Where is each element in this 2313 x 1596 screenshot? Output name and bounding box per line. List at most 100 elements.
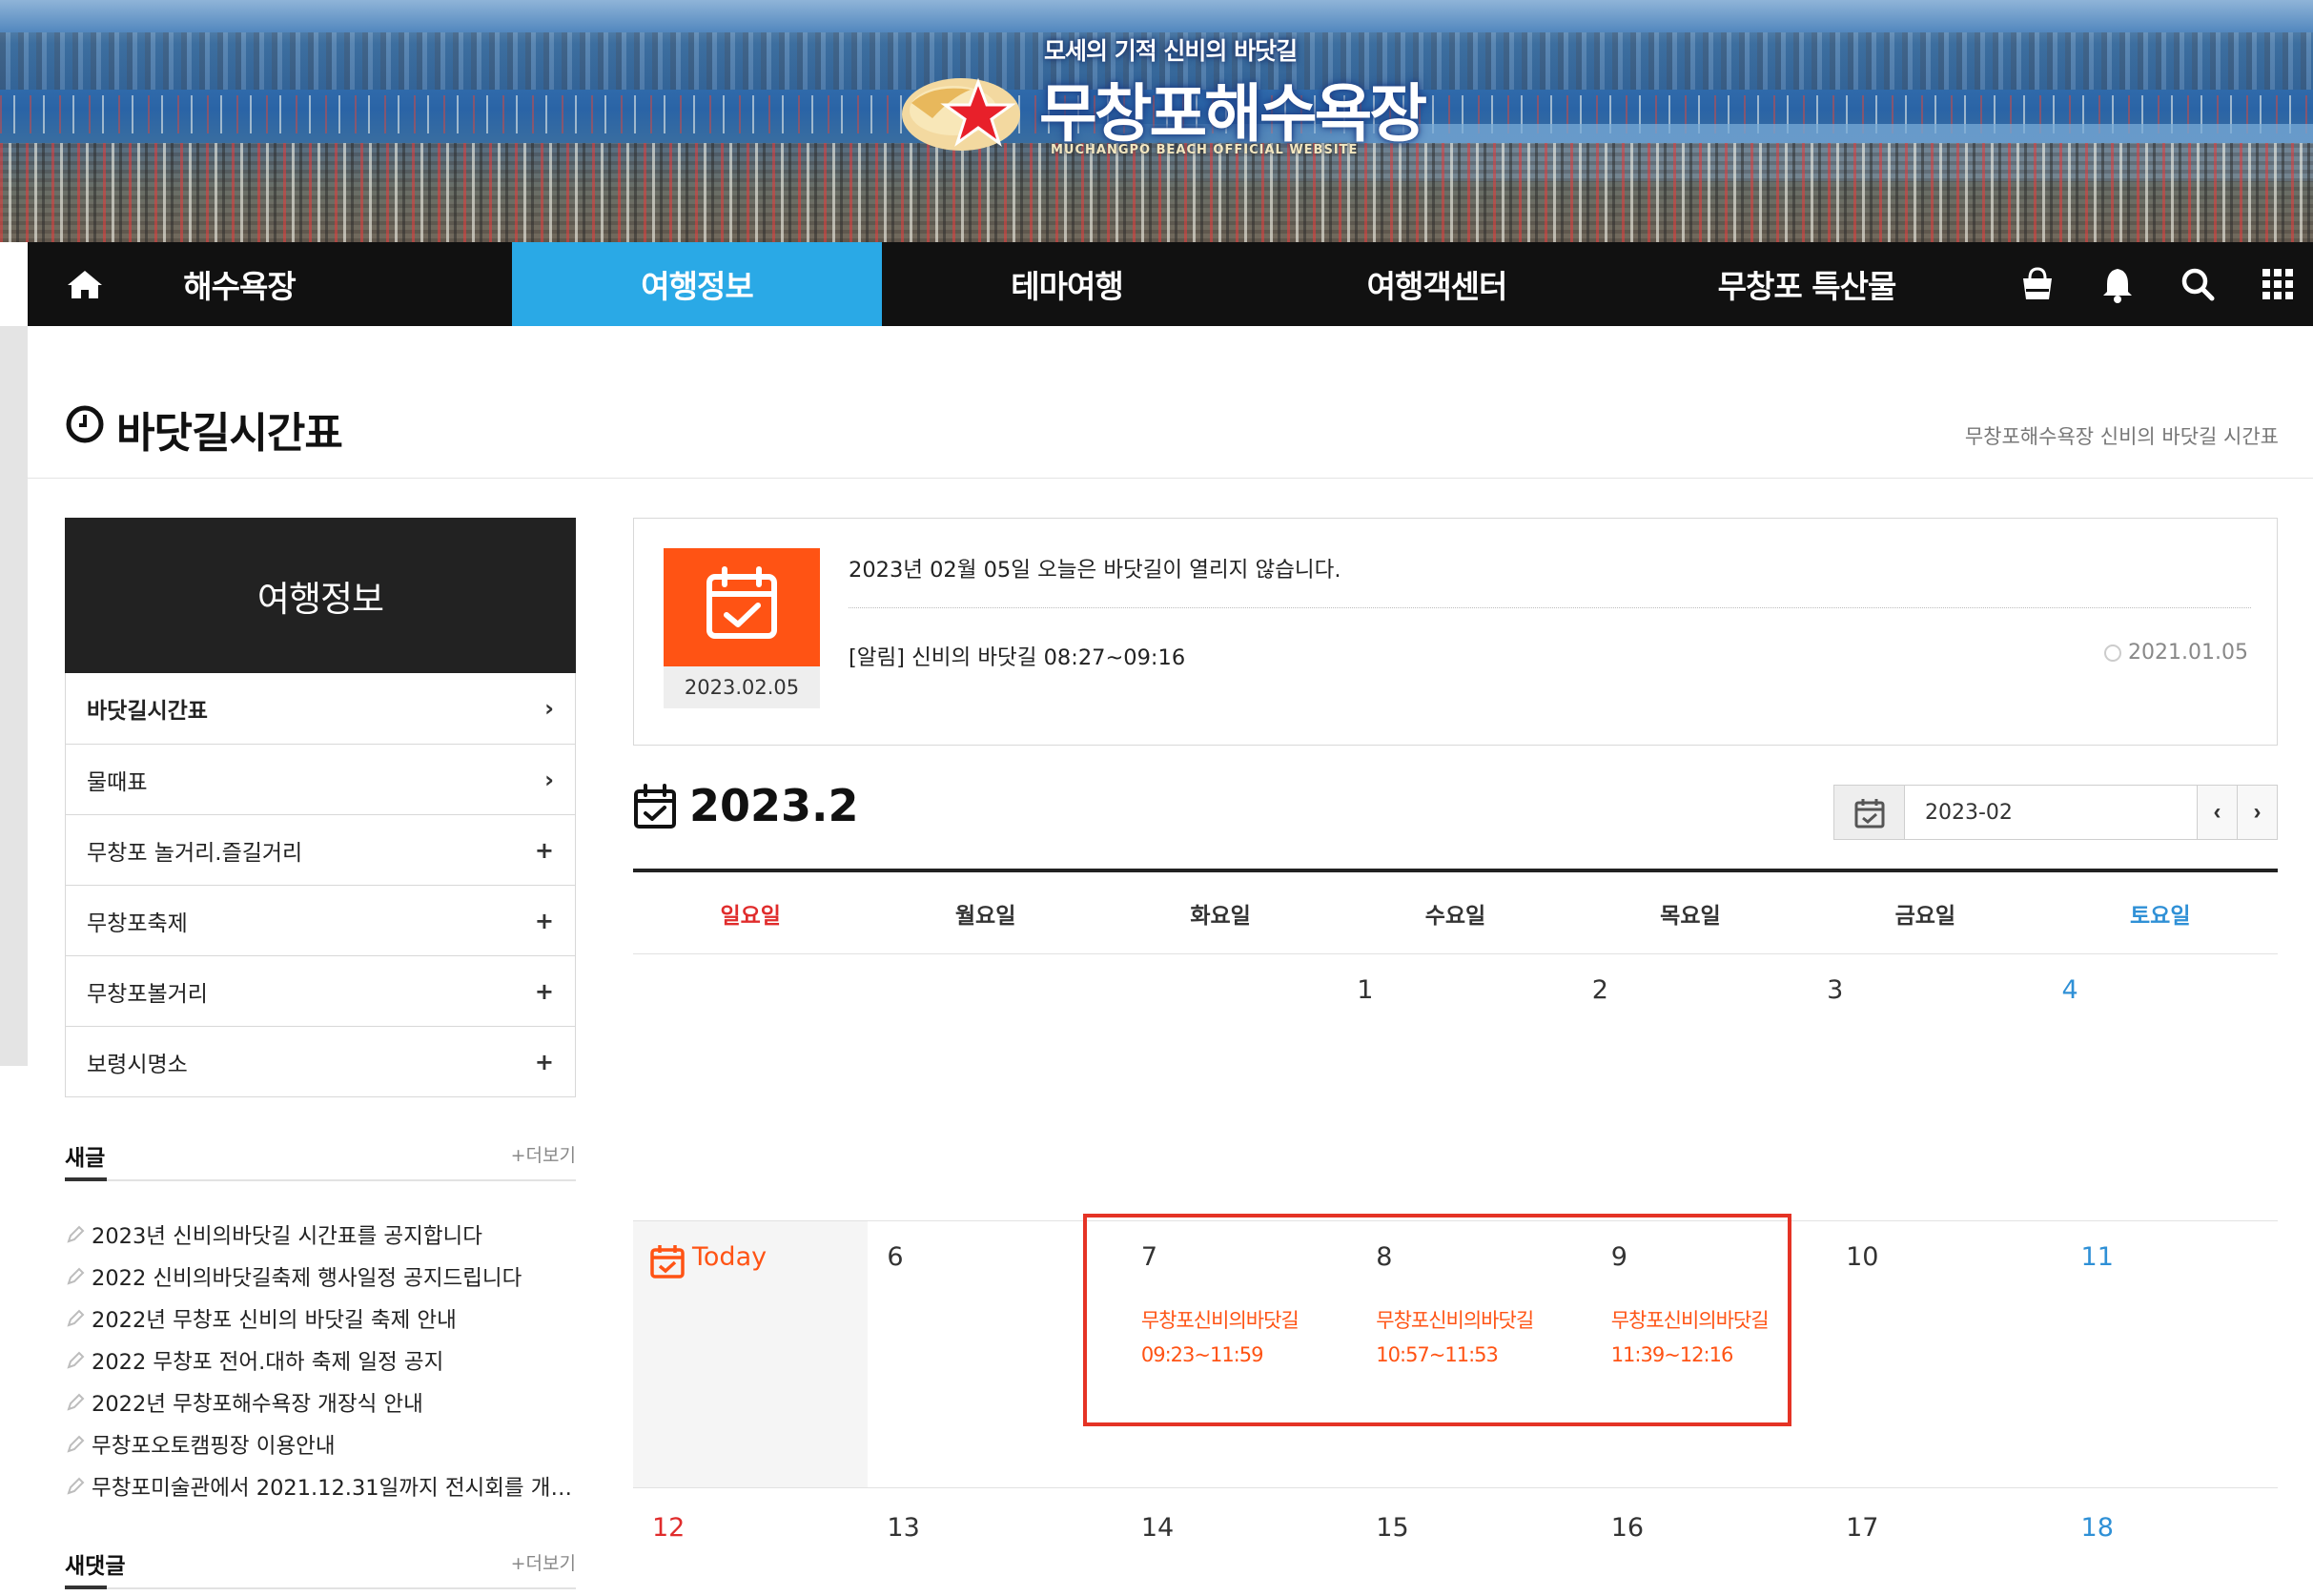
calendar-check-icon [1854, 799, 1885, 829]
section-underline [65, 1586, 107, 1589]
new-comments-more-link[interactable]: +더보기 [511, 1549, 576, 1575]
calendar-check-icon [650, 1245, 685, 1279]
search-icon[interactable] [2177, 263, 2219, 305]
pencil-icon [67, 1225, 85, 1243]
calendar-day[interactable]: 15 [1338, 1488, 1572, 1596]
list-item[interactable]: 2022년 무창포해수욕장 개장식 안내 [65, 1381, 576, 1423]
weekday-friday: 금요일 [1894, 903, 1956, 929]
sidebar-item-tide-table[interactable]: 물때표 › [66, 744, 575, 814]
sidebar-item-festival[interactable]: 무창포축제 + [66, 885, 575, 955]
weekday-thursday: 목요일 [1660, 903, 1721, 929]
plus-icon: + [534, 977, 554, 1005]
notice-posted-date-text: 2021.01.05 [2128, 641, 2248, 665]
logo-tagline: 모세의 기적 신비의 바닷길 [1044, 37, 1298, 65]
calendar-weekday-header: 일요일 월요일 화요일 수요일 목요일 금요일 토요일 [633, 872, 2278, 954]
next-month-button[interactable]: › [2237, 786, 2277, 839]
list-item[interactable]: 2023년 신비의바닷길 시간표를 공지합니다 [65, 1214, 576, 1256]
plus-icon: + [534, 1048, 554, 1075]
new-comments-label: 새댓글 [65, 1554, 126, 1579]
event-highlight-box [1083, 1214, 1791, 1426]
pencil-icon [67, 1309, 85, 1327]
new-posts-list: 2023년 신비의바닷길 시간표를 공지합니다 2022 신비의바닷길축제 행사… [65, 1214, 576, 1507]
calendar-day[interactable] [868, 954, 1102, 1220]
notice-link[interactable]: [알림] 신비의 바닷길 08:27~09:16 [849, 641, 1185, 671]
nav-item-beach[interactable]: 해수욕장 [130, 242, 349, 326]
today-label: Today [692, 1242, 768, 1272]
sidebar-item-label: 바닷길시간표 [87, 699, 208, 724]
list-item[interactable]: 무창포미술관에서 2021.12.31일까지 전시회를 개최… [65, 1465, 576, 1507]
prev-month-button[interactable]: ‹ [2197, 786, 2237, 839]
pencil-icon [67, 1435, 85, 1453]
header-banner: 모세의 기적 신비의 바닷길 무창포해수욕장 MUCHANGPO BEACH O… [0, 0, 2313, 242]
notice-message: 2023년 02월 05일 오늘은 바닷길이 열리지 않습니다. [849, 558, 1341, 583]
new-posts-label: 새글 [65, 1146, 106, 1171]
list-item[interactable]: 2022 신비의바닷길축제 행사일정 공지드립니다 [65, 1256, 576, 1298]
chevron-right-icon: › [544, 695, 554, 722]
notice-calendar-badge [664, 548, 820, 666]
notice-posted-date: 2021.01.05 [2103, 641, 2248, 665]
bell-icon[interactable] [2097, 263, 2139, 305]
sidebar-item-attractions[interactable]: 무창포볼거리 + [66, 955, 575, 1026]
month-picker-calendar-button[interactable] [1834, 786, 1905, 839]
calendar-day[interactable]: 18 [2043, 1488, 2278, 1596]
sidebar-heading: 여행정보 [65, 518, 576, 673]
new-posts-header: 새글 +더보기 [65, 1139, 576, 1181]
calendar-day[interactable] [1103, 954, 1338, 1220]
list-item[interactable]: 2022 무창포 전어.대하 축제 일정 공지 [65, 1340, 576, 1381]
logo-site-name[interactable]: 무창포해수욕장 [1039, 63, 1427, 154]
breadcrumb: 무창포해수욕장 신비의 바닷길 시간표 [1964, 425, 2279, 448]
sidebar-item-activities[interactable]: 무창포 놀거리.즐길거리 + [66, 814, 575, 885]
weekday-sunday: 일요일 [720, 903, 781, 929]
calendar-day[interactable]: 11 [2043, 1221, 2278, 1487]
calendar-day[interactable]: 17 [1808, 1488, 2042, 1596]
new-posts-more-link[interactable]: +더보기 [511, 1141, 576, 1167]
chevron-right-icon: › [544, 766, 554, 793]
weekday-monday: 월요일 [954, 903, 1016, 929]
calendar-day[interactable]: 16 [1573, 1488, 1808, 1596]
page-title: 바닷길시간표 [116, 409, 343, 458]
calendar-day[interactable]: 10 [1808, 1221, 2042, 1487]
home-icon[interactable] [64, 263, 106, 305]
notice-divider [849, 607, 2251, 608]
sidebar-item-label: 보령시명소 [87, 1052, 188, 1077]
weekday-wednesday: 수요일 [1424, 903, 1486, 929]
calendar-day[interactable]: 14 [1103, 1488, 1338, 1596]
calendar-check-icon [706, 566, 777, 639]
calendar-day[interactable]: 2 [1573, 954, 1808, 1220]
calendar-day[interactable]: 6 [868, 1221, 1102, 1487]
list-item[interactable]: 무창포오토캠핑장 이용안내 [65, 1423, 576, 1465]
pencil-icon [67, 1267, 85, 1285]
list-item[interactable]: 2022년 무창포 신비의 바닷길 축제 안내 [65, 1298, 576, 1340]
sidebar-item-boryeong-sights[interactable]: 보령시명소 + [66, 1026, 575, 1096]
sidebar-menu: 바닷길시간표 › 물때표 › 무창포 놀거리.즐길거리 + 무창포축제 + 무창… [65, 673, 576, 1097]
calendar-day[interactable]: 13 [868, 1488, 1102, 1596]
new-comments-header: 새댓글 +더보기 [65, 1547, 576, 1589]
nav-item-visitor-center[interactable]: 여행객센터 [1252, 242, 1622, 326]
shopping-bag-icon[interactable] [2016, 263, 2058, 305]
notice-date: 2023.02.05 [664, 666, 820, 708]
calendar-day[interactable]: 3 [1808, 954, 2042, 1220]
calendar-day[interactable] [633, 954, 868, 1220]
clock-icon [66, 405, 104, 443]
sidebar-item-label: 무창포축제 [87, 911, 188, 936]
nav-item-theme-travel[interactable]: 테마여행 [882, 242, 1252, 326]
calendar-week: 1 2 3 4 [633, 954, 2278, 1221]
calendar-day-today[interactable]: Today [633, 1221, 869, 1487]
logo-english: MUCHANGPO BEACH OFFICIAL WEBSITE [1051, 143, 1359, 157]
month-input[interactable] [1906, 786, 2197, 839]
grid-menu-icon[interactable] [2257, 263, 2299, 305]
banner-crowd [0, 143, 2313, 242]
plus-icon: + [534, 907, 554, 934]
calendar-day[interactable]: 4 [2043, 954, 2278, 1220]
nav-item-specialties[interactable]: 무창포 특산물 [1622, 242, 1992, 326]
main-nav: 해수욕장 여행정보 테마여행 여행객센터 무창포 특산물 [28, 242, 2313, 326]
sidebar-item-label: 무창포볼거리 [87, 981, 208, 1007]
logo-shell-star-icon[interactable] [894, 65, 1037, 160]
calendar-day[interactable]: 12 [633, 1488, 868, 1596]
weekday-tuesday: 화요일 [1190, 903, 1251, 929]
pencil-icon [67, 1351, 85, 1369]
nav-item-travel-info[interactable]: 여행정보 [512, 242, 882, 326]
calendar-day[interactable]: 1 [1338, 954, 1572, 1220]
sidebar-item-tide-road-schedule[interactable]: 바닷길시간표 › [66, 673, 575, 744]
section-underline [65, 1177, 107, 1181]
